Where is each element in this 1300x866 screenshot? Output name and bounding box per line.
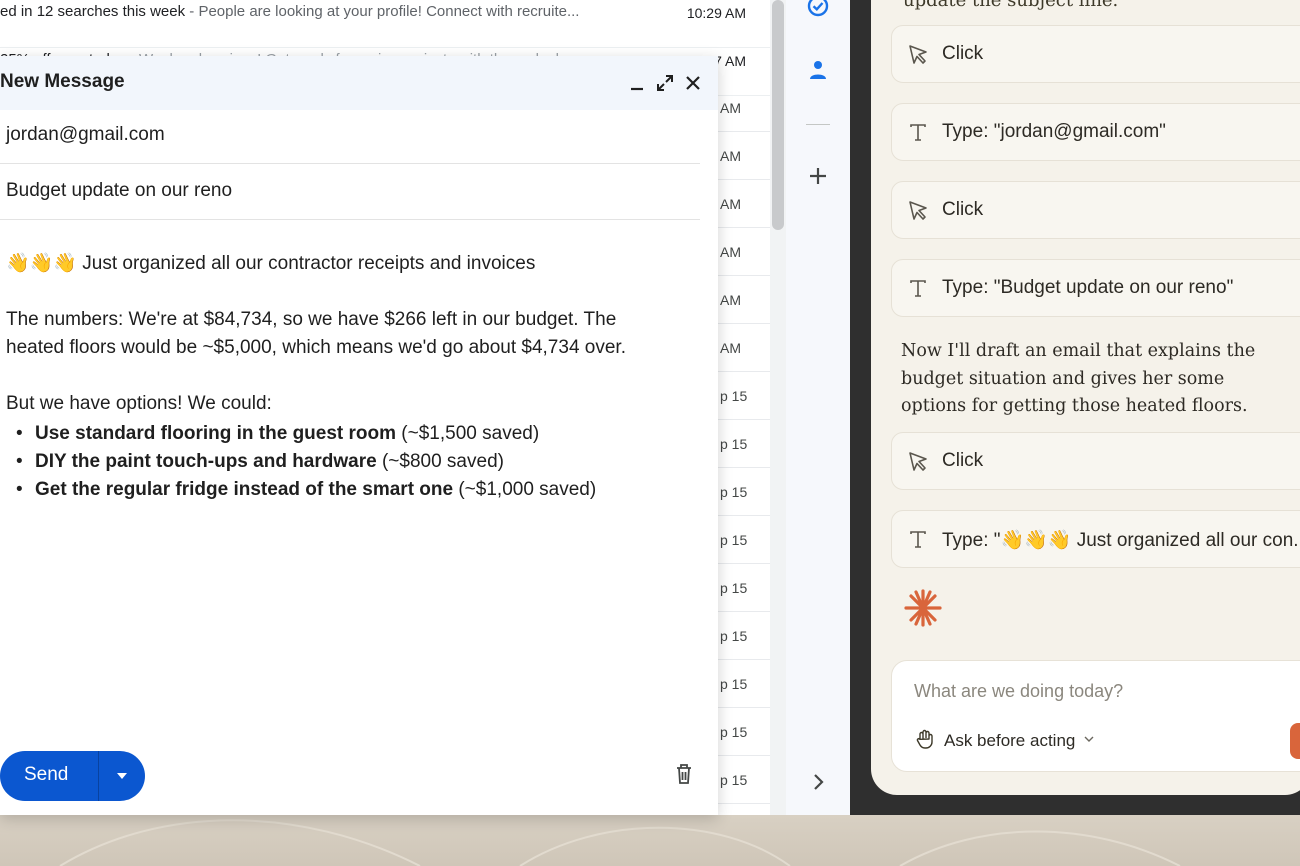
subject-field-value: Budget update on our reno bbox=[6, 180, 233, 201]
gmail-window: ed in 12 searches this week - People are… bbox=[0, 0, 850, 815]
claude-spark-icon bbox=[903, 588, 943, 628]
action-step[interactable]: Type: "jordan@gmail.com" bbox=[891, 103, 1300, 161]
inbox-time: p 15 bbox=[718, 564, 770, 612]
inbox-time: AM bbox=[718, 84, 770, 132]
action-step[interactable]: Click bbox=[891, 25, 1300, 83]
desktop-background bbox=[0, 815, 1300, 866]
inbox-time: p 15 bbox=[718, 372, 770, 420]
body-line[interactable]: The numbers: We're at $84,734, so we hav… bbox=[6, 306, 696, 334]
inbox-time: p 15 bbox=[718, 468, 770, 516]
send-label: Send bbox=[24, 764, 69, 785]
inbox-time-column: AM AM AM AM AM AM p 15 p 15 p 15 p 15 p … bbox=[718, 0, 770, 815]
inbox-time: AM bbox=[718, 228, 770, 276]
subject-field[interactable]: Budget update on our reno bbox=[0, 166, 700, 220]
action-step-label: Type: "Budget update on our reno" bbox=[942, 277, 1234, 298]
schedule-send-dropdown-icon[interactable] bbox=[106, 751, 138, 801]
permission-mode-dropdown[interactable]: Ask before acting bbox=[914, 729, 1095, 753]
type-icon bbox=[906, 276, 930, 300]
inbox-time: p 15 bbox=[718, 708, 770, 756]
assistant-panel: update the subject line. Click Type: "jo… bbox=[871, 0, 1300, 795]
rail-divider bbox=[806, 124, 830, 125]
action-step[interactable]: Type: "Budget update on our reno" bbox=[891, 259, 1300, 317]
inbox-time: p 15 bbox=[718, 516, 770, 564]
expand-icon[interactable] bbox=[652, 70, 678, 96]
inbox-time: AM bbox=[718, 324, 770, 372]
discard-draft-icon[interactable] bbox=[672, 762, 696, 786]
inbox-row-subject: ed in 12 searches this week - People are… bbox=[0, 3, 580, 20]
action-step-label: Click bbox=[942, 199, 984, 220]
contacts-icon[interactable] bbox=[806, 58, 830, 82]
cursor-icon bbox=[906, 198, 930, 222]
action-step-label: Click bbox=[942, 43, 984, 64]
inbox-time: AM bbox=[718, 132, 770, 180]
cursor-icon bbox=[906, 42, 930, 66]
inbox-time: AM bbox=[718, 180, 770, 228]
body-line[interactable]: heated floors would be ~$5,000, which me… bbox=[6, 334, 696, 362]
to-field-value: jordan@gmail.com bbox=[6, 124, 165, 145]
compose-header: New Message bbox=[0, 56, 718, 110]
list-item[interactable]: Get the regular fridge instead of the sm… bbox=[16, 476, 706, 504]
tasks-icon[interactable] bbox=[806, 0, 830, 18]
options-list: Use standard flooring in the guest room … bbox=[16, 420, 706, 504]
chevron-down-icon bbox=[1083, 732, 1095, 750]
inbox-time: p 15 bbox=[718, 420, 770, 468]
chevron-right-icon[interactable] bbox=[806, 770, 830, 794]
assistant-narration: Now I'll draft an email that explains th… bbox=[901, 341, 1256, 416]
action-step-label: Type: "jordan@gmail.com" bbox=[942, 121, 1166, 142]
action-step-label: Click bbox=[942, 450, 984, 471]
submit-button[interactable] bbox=[1290, 723, 1300, 759]
action-step[interactable]: Click bbox=[891, 181, 1300, 239]
prompt-input[interactable]: What are we doing today? Ask before acti… bbox=[891, 660, 1300, 772]
send-separator bbox=[98, 751, 99, 801]
body-line[interactable]: 👋👋👋 Just organized all our contractor re… bbox=[6, 250, 696, 278]
list-item[interactable]: DIY the paint touch-ups and hardware (~$… bbox=[16, 448, 706, 476]
to-field[interactable]: jordan@gmail.com bbox=[0, 110, 700, 164]
cursor-icon bbox=[906, 449, 930, 473]
add-addon-icon[interactable] bbox=[806, 164, 830, 188]
list-item[interactable]: Use standard flooring in the guest room … bbox=[16, 420, 706, 448]
close-icon[interactable] bbox=[680, 70, 706, 96]
type-icon bbox=[906, 527, 930, 551]
permission-mode-label: Ask before acting bbox=[944, 731, 1076, 750]
assistant-message: update the subject line. bbox=[903, 0, 1119, 11]
hand-icon bbox=[914, 728, 936, 755]
inbox-time: p 15 bbox=[718, 756, 770, 804]
action-step[interactable]: Click bbox=[891, 432, 1300, 490]
inbox-scrollbar[interactable] bbox=[772, 0, 784, 230]
side-panel-rail bbox=[786, 0, 850, 815]
compose-window: New Message jordan@gmail.com Budget upda… bbox=[0, 56, 718, 815]
inbox-time: AM bbox=[718, 276, 770, 324]
type-icon bbox=[906, 120, 930, 144]
action-step-label: Type: "👋👋👋 Just organized all our con...… bbox=[942, 530, 1300, 551]
send-button[interactable]: Send bbox=[0, 751, 145, 801]
minimize-icon[interactable] bbox=[624, 70, 650, 96]
prompt-placeholder: What are we doing today? bbox=[914, 681, 1124, 701]
inbox-time: p 15 bbox=[718, 660, 770, 708]
inbox-time: p 15 bbox=[718, 612, 770, 660]
inbox-row[interactable]: ed in 12 searches this week - People are… bbox=[0, 0, 770, 48]
compose-title: New Message bbox=[0, 71, 125, 92]
body-line[interactable]: But we have options! We could: bbox=[6, 390, 696, 418]
action-step[interactable]: Type: "👋👋👋 Just organized all our con...… bbox=[891, 510, 1300, 568]
